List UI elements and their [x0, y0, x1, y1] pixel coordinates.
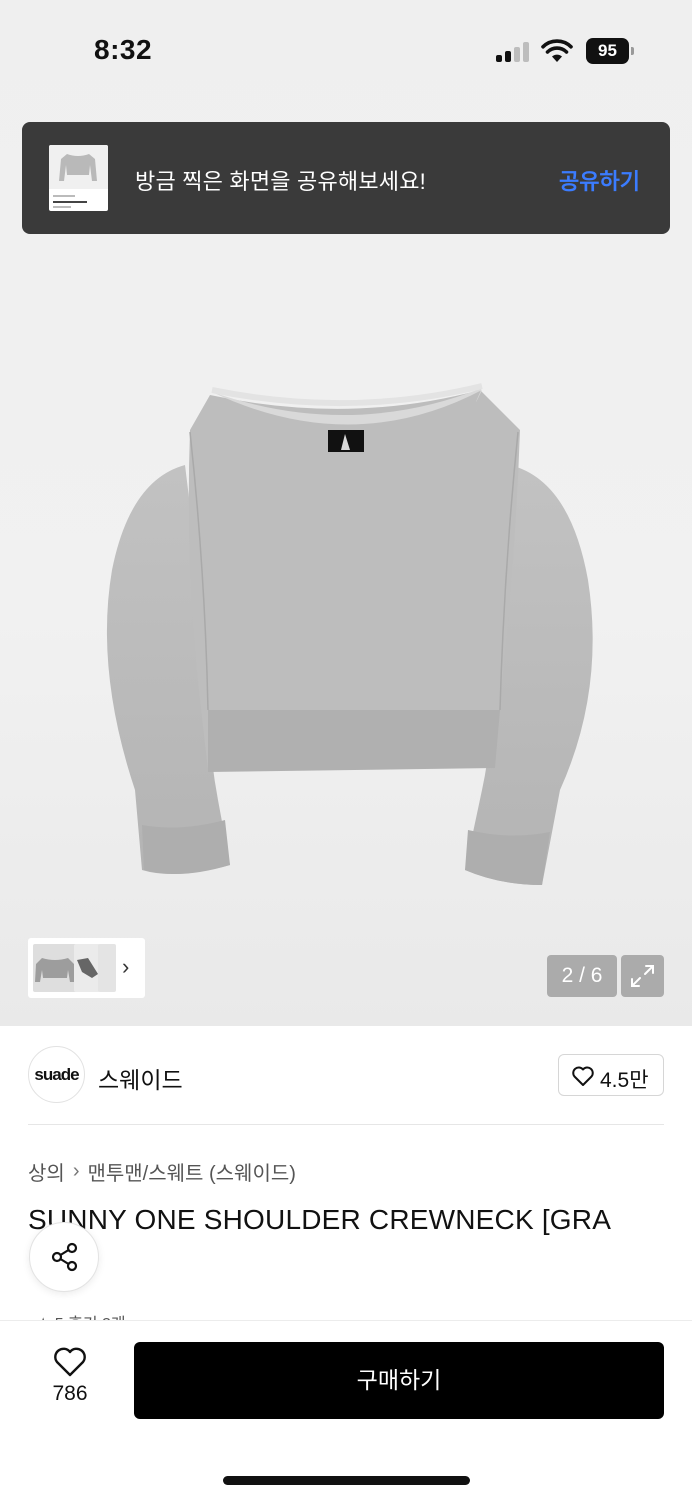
screenshot-thumbnail[interactable]: [49, 145, 108, 211]
breadcrumb-category[interactable]: 상의: [28, 1157, 65, 1186]
product-title: SUNNY ONE SHOULDER CREWNECK [GRA: [28, 1204, 612, 1235]
thumbnail-item[interactable]: [74, 944, 100, 992]
thumbnail-item[interactable]: [33, 944, 77, 992]
brand-like-count: 4.5만: [600, 1069, 649, 1092]
breadcrumb-subcategory[interactable]: 맨투맨/스웨트 (스웨이드): [87, 1157, 295, 1186]
share-button[interactable]: [29, 1222, 99, 1292]
image-counter: 2 / 6: [547, 955, 617, 997]
thumbnail-strip[interactable]: ›: [28, 938, 145, 998]
screenshot-share-toast: 방금 찍은 화면을 공유해보세요! 공유하기: [22, 122, 670, 234]
chevron-right-icon[interactable]: ›: [122, 954, 129, 980]
share-icon: [51, 1242, 78, 1272]
breadcrumb: 상의 › 맨투맨/스웨트 (스웨이드): [28, 1157, 296, 1186]
battery-icon: 95: [586, 38, 634, 64]
status-bar: 8:32 95: [0, 0, 692, 100]
toast-share-button[interactable]: 공유하기: [559, 164, 640, 196]
product-image[interactable]: [90, 370, 610, 900]
chevron-right-icon: ›: [72, 1160, 80, 1182]
heart-icon: [572, 1066, 594, 1086]
home-indicator[interactable]: [223, 1476, 470, 1485]
wishlist-count: 786: [52, 1382, 88, 1405]
expand-icon[interactable]: [621, 955, 664, 997]
thumbnail-item[interactable]: [98, 944, 116, 992]
brand-name[interactable]: 스웨이드: [98, 1061, 183, 1095]
wifi-icon: [541, 39, 573, 62]
battery-level: 95: [586, 38, 629, 64]
brand-like-button[interactable]: 4.5만: [558, 1054, 664, 1096]
divider: [28, 1124, 664, 1125]
heart-icon: [54, 1347, 86, 1377]
brand-logo[interactable]: suade: [28, 1046, 85, 1103]
buy-button[interactable]: 구매하기: [134, 1342, 664, 1419]
toast-message: 방금 찍은 화면을 공유해보세요!: [135, 169, 426, 194]
status-time: 8:32: [94, 34, 153, 65]
wishlist-button[interactable]: 786: [40, 1346, 100, 1406]
cellular-signal-icon: [496, 42, 532, 62]
